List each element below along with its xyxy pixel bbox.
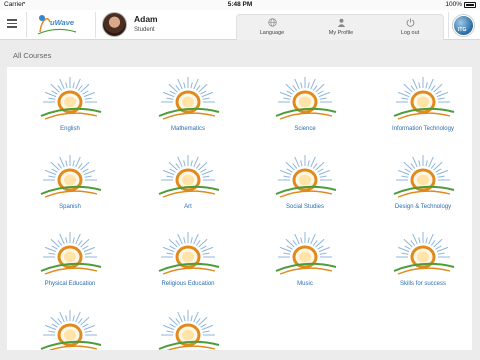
course-card[interactable] (20, 309, 120, 350)
course-name: Information Technology (392, 126, 454, 132)
page-title: All Courses (13, 51, 52, 60)
user-role: Student (134, 27, 155, 33)
course-name: Spanish (59, 204, 81, 210)
sunrise-logo-icon (158, 232, 220, 275)
my-profile-button[interactable]: My Profile (306, 17, 376, 41)
person-icon (337, 18, 345, 27)
course-card[interactable]: Social Studies (255, 154, 355, 216)
logo-text: uWave (50, 18, 75, 27)
language-label: Language (259, 30, 285, 36)
avatar[interactable] (102, 12, 127, 37)
course-name: Art (184, 204, 192, 210)
app-logo: uWave (36, 12, 84, 38)
globe-badge: ITG (458, 27, 467, 33)
my-profile-label: My Profile (328, 30, 354, 36)
course-grid: English Mathematics Science Information Tec… (7, 67, 472, 350)
sunrise-logo-icon (393, 232, 455, 275)
sunrise-logo-icon (40, 77, 102, 120)
course-card[interactable] (138, 309, 238, 350)
power-icon (406, 18, 414, 27)
log-out-button[interactable]: Log out (375, 17, 445, 41)
sunrise-logo-icon (158, 77, 220, 120)
hamburger-menu-icon[interactable] (7, 19, 17, 29)
status-bar: Carrier ◔ 5:48 PM 100% (0, 0, 480, 10)
course-card[interactable]: Spanish (20, 154, 120, 216)
sunrise-logo-icon (275, 155, 337, 198)
course-name: Design & Technology (394, 204, 452, 210)
app-header: uWave Adam Student Language My Profile L… (0, 10, 480, 40)
course-card[interactable]: Science (255, 76, 355, 138)
course-name: Science (294, 126, 316, 132)
sunrise-logo-icon (158, 155, 220, 198)
globe-icon (267, 18, 277, 27)
course-card[interactable]: Physical Education (20, 231, 120, 293)
sunrise-logo-icon (158, 310, 220, 350)
course-name: Music (297, 281, 313, 287)
language-button[interactable]: Language (237, 17, 307, 41)
header-nav: Language My Profile Log out (236, 14, 444, 40)
sunrise-logo-icon (40, 155, 102, 198)
course-name: English (60, 126, 80, 132)
log-out-label: Log out (400, 30, 420, 36)
divider (448, 12, 449, 38)
battery-icon (464, 2, 476, 8)
course-card[interactable]: Skills for success (373, 231, 472, 293)
course-card[interactable]: Art (138, 154, 238, 216)
sunrise-logo-icon (275, 232, 337, 275)
course-card[interactable]: Religious Education (138, 231, 238, 293)
sunrise-logo-icon (275, 77, 337, 120)
course-card[interactable]: Mathematics (138, 76, 238, 138)
course-card[interactable]: English (20, 76, 120, 138)
divider (95, 12, 96, 38)
course-card[interactable]: Music (255, 231, 355, 293)
course-name: Mathematics (170, 126, 205, 132)
sunrise-logo-icon (40, 232, 102, 275)
course-name: Physical Education (44, 281, 96, 287)
clock: 5:48 PM (227, 1, 253, 8)
course-card[interactable]: Information Technology (373, 76, 472, 138)
sunrise-logo-icon (393, 155, 455, 198)
course-name: Social Studies (285, 204, 325, 210)
sunrise-logo-icon (393, 77, 455, 120)
course-name: Religious Education (161, 281, 215, 287)
divider (26, 12, 27, 38)
course-card[interactable]: Design & Technology (373, 154, 472, 216)
course-name: Skills for success (399, 281, 446, 287)
sunrise-logo-icon (40, 310, 102, 350)
battery-label: 100% (445, 1, 462, 8)
user-name: Adam (134, 14, 158, 24)
